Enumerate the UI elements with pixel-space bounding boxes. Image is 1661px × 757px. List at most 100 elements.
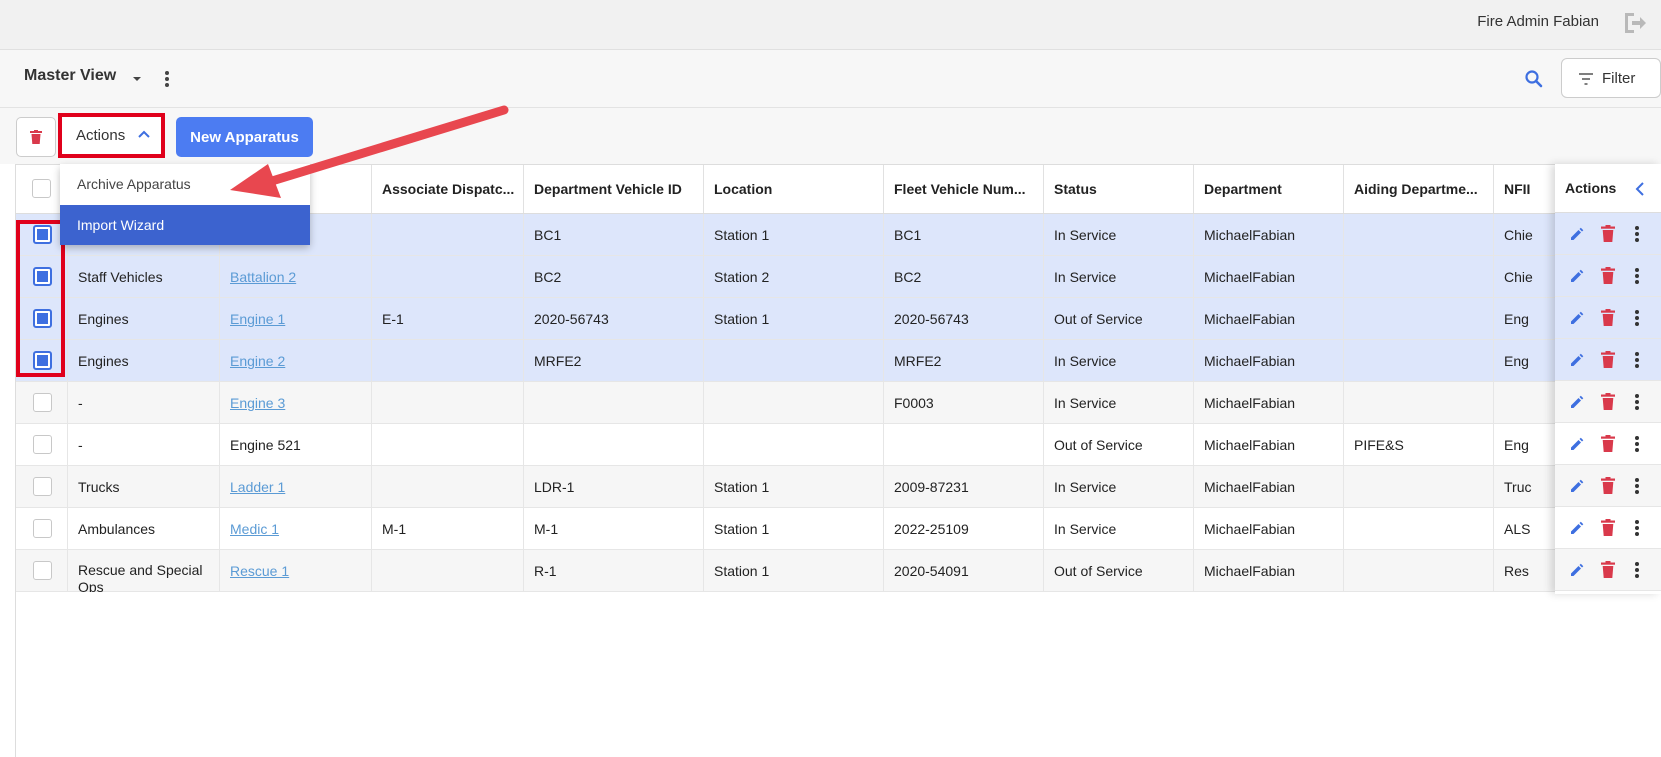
header-fleet-vehicle-number[interactable]: Fleet Vehicle Num...: [884, 165, 1044, 213]
cell-fleet-vehicle-number: BC2: [884, 256, 1044, 298]
trash-icon[interactable]: [1601, 351, 1615, 368]
cell-location: Station 1: [704, 214, 884, 256]
cell-aiding-department: [1344, 466, 1494, 508]
trash-icon[interactable]: [1601, 267, 1615, 284]
cell-department-vehicle-id: [524, 424, 704, 466]
logout-icon[interactable]: [1621, 10, 1647, 36]
delete-selected-button[interactable]: [16, 117, 56, 157]
cell-status: In Service: [1044, 214, 1194, 256]
row-checkbox[interactable]: [33, 477, 52, 496]
cell-fleet-vehicle-number: 2022-25109: [884, 508, 1044, 550]
cell-name[interactable]: Engine 1: [220, 298, 372, 340]
archive-apparatus-item[interactable]: Archive Apparatus: [60, 164, 310, 204]
pencil-icon[interactable]: [1569, 478, 1585, 494]
actions-column-title: Actions: [1565, 180, 1617, 196]
cell-associate-dispatch: [372, 340, 524, 382]
cell-name[interactable]: Engine 3: [220, 382, 372, 424]
header-department-vehicle-id[interactable]: Department Vehicle ID: [524, 165, 704, 213]
more-vertical-icon[interactable]: [160, 68, 174, 90]
cell-department: MichaelFabian: [1194, 340, 1344, 382]
user-name[interactable]: Fire Admin Fabian: [1477, 13, 1599, 30]
kebab-icon[interactable]: [1633, 351, 1641, 369]
cell-department: MichaelFabian: [1194, 298, 1344, 340]
import-wizard-item[interactable]: Import Wizard: [60, 205, 310, 245]
caret-down-icon[interactable]: [132, 74, 142, 84]
cell-name[interactable]: Medic 1: [220, 508, 372, 550]
row-checkbox[interactable]: [33, 435, 52, 454]
pencil-icon[interactable]: [1569, 436, 1585, 452]
cell-aiding-department: [1344, 508, 1494, 550]
kebab-icon[interactable]: [1633, 519, 1641, 537]
trash-icon[interactable]: [1601, 309, 1615, 326]
cell-category: Ambulances: [68, 508, 220, 550]
table-row[interactable]: Engines Engine 2 MRFE2 MRFE2 In Service Micha…: [16, 340, 1661, 382]
actions-button[interactable]: Actions: [58, 113, 165, 158]
cell-name[interactable]: Ladder 1: [220, 466, 372, 508]
table-row[interactable]: - Engine 521 Out of Service MichaelFabian PI…: [16, 424, 1661, 466]
trash-icon[interactable]: [1601, 393, 1615, 410]
header-aiding-department[interactable]: Aiding Departme...: [1344, 165, 1494, 213]
pencil-icon[interactable]: [1569, 520, 1585, 536]
pencil-icon[interactable]: [1569, 310, 1585, 326]
pencil-icon[interactable]: [1569, 562, 1585, 578]
cell-name[interactable]: Engine 2: [220, 340, 372, 382]
cell-department: MichaelFabian: [1194, 466, 1344, 508]
row-checkbox[interactable]: [33, 519, 52, 538]
kebab-icon[interactable]: [1633, 393, 1641, 411]
cell-category: Trucks: [68, 466, 220, 508]
table-row[interactable]: Ambulances Medic 1 M-1 M-1 Station 1 2022-251…: [16, 508, 1661, 550]
kebab-icon[interactable]: [1633, 435, 1641, 453]
row-select-cell: [16, 382, 68, 424]
pencil-icon[interactable]: [1569, 268, 1585, 284]
cell-associate-dispatch: [372, 466, 524, 508]
pencil-icon[interactable]: [1569, 226, 1585, 242]
row-actions: [1555, 507, 1661, 549]
table-row[interactable]: Rescue and Special Ops Rescue 1 R-1 Station…: [16, 550, 1661, 592]
trash-icon[interactable]: [1601, 225, 1615, 242]
search-icon[interactable]: [1524, 69, 1544, 89]
trash-icon[interactable]: [1601, 561, 1615, 578]
kebab-icon[interactable]: [1633, 267, 1641, 285]
cell-department: MichaelFabian: [1194, 424, 1344, 466]
cell-status: In Service: [1044, 256, 1194, 298]
kebab-icon[interactable]: [1633, 225, 1641, 243]
chevron-left-icon[interactable]: [1635, 182, 1645, 196]
header-status[interactable]: Status: [1044, 165, 1194, 213]
new-apparatus-button[interactable]: New Apparatus: [176, 117, 313, 157]
select-all-checkbox[interactable]: [32, 179, 51, 198]
cell-location: Station 1: [704, 298, 884, 340]
view-title[interactable]: Master View: [24, 67, 116, 85]
cell-category: -: [68, 424, 220, 466]
cell-status: In Service: [1044, 466, 1194, 508]
row-actions: [1555, 339, 1661, 381]
kebab-icon[interactable]: [1633, 561, 1641, 579]
cell-name[interactable]: Battalion 2: [220, 256, 372, 298]
pencil-icon[interactable]: [1569, 352, 1585, 368]
table-row[interactable]: Staff Vehicles Battalion 2 BC2 Station 2 BC2…: [16, 256, 1661, 298]
table-row[interactable]: Trucks Ladder 1 LDR-1 Station 1 2009-87231 In…: [16, 466, 1661, 508]
trash-icon[interactable]: [1601, 477, 1615, 494]
kebab-icon[interactable]: [1633, 309, 1641, 327]
cell-name[interactable]: Rescue 1: [220, 550, 372, 592]
row-checkbox[interactable]: [33, 393, 52, 412]
cell-category: Engines: [68, 298, 220, 340]
table-row[interactable]: - Engine 3 F0003 In Service MichaelFabian: [16, 382, 1661, 424]
header-location[interactable]: Location: [704, 165, 884, 213]
actions-label: Actions: [76, 127, 126, 144]
cell-aiding-department: [1344, 256, 1494, 298]
trash-icon[interactable]: [1601, 519, 1615, 536]
kebab-icon[interactable]: [1633, 477, 1641, 495]
cell-category: Rescue and Special Ops: [68, 550, 220, 592]
table-row[interactable]: Engines Engine 1 E-1 2020-56743 Station 1 202…: [16, 298, 1661, 340]
trash-icon[interactable]: [1601, 435, 1615, 452]
row-checkbox[interactable]: [33, 561, 52, 580]
cell-department: MichaelFabian: [1194, 214, 1344, 256]
toolbar: Actions New Apparatus: [0, 108, 1661, 164]
cell-fleet-vehicle-number: 2009-87231: [884, 466, 1044, 508]
cell-category: Engines: [68, 340, 220, 382]
pencil-icon[interactable]: [1569, 394, 1585, 410]
filter-button[interactable]: Filter: [1561, 58, 1661, 98]
header-associate-dispatch[interactable]: Associate Dispatc...: [372, 165, 524, 213]
cell-name: Engine 521: [220, 424, 372, 466]
header-department[interactable]: Department: [1194, 165, 1344, 213]
